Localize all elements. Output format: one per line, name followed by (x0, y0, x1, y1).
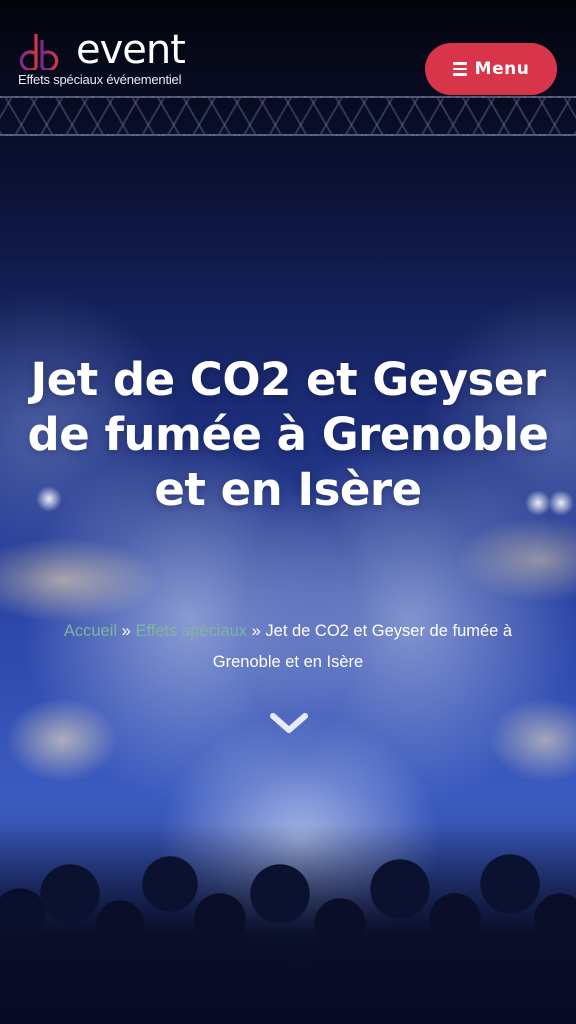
chevron-down-icon[interactable] (269, 708, 309, 738)
breadcrumb-link-category[interactable]: Effets spéciaux (135, 622, 247, 640)
page-title: Jet de CO2 et Geyser de fumée à Grenoble… (27, 353, 549, 516)
crowd-silhouette (0, 824, 576, 1024)
site-logo[interactable]: event Effets spéciaux événementiel (18, 27, 208, 92)
breadcrumb-separator: » (121, 622, 136, 640)
breadcrumb-separator: » (251, 622, 266, 640)
menu-button[interactable]: Menu (425, 43, 557, 95)
logo-tagline: Effets spéciaux événementiel (18, 72, 182, 87)
logo-mark-icon (19, 34, 59, 70)
stage-truss (0, 96, 576, 136)
breadcrumb-link-home[interactable]: Accueil (64, 622, 117, 640)
logo-wordmark: event (76, 27, 186, 73)
hamburger-icon (452, 62, 467, 76)
menu-button-label: Menu (474, 59, 530, 79)
breadcrumb: Accueil » Effets spéciaux » Jet de CO2 e… (30, 616, 546, 678)
